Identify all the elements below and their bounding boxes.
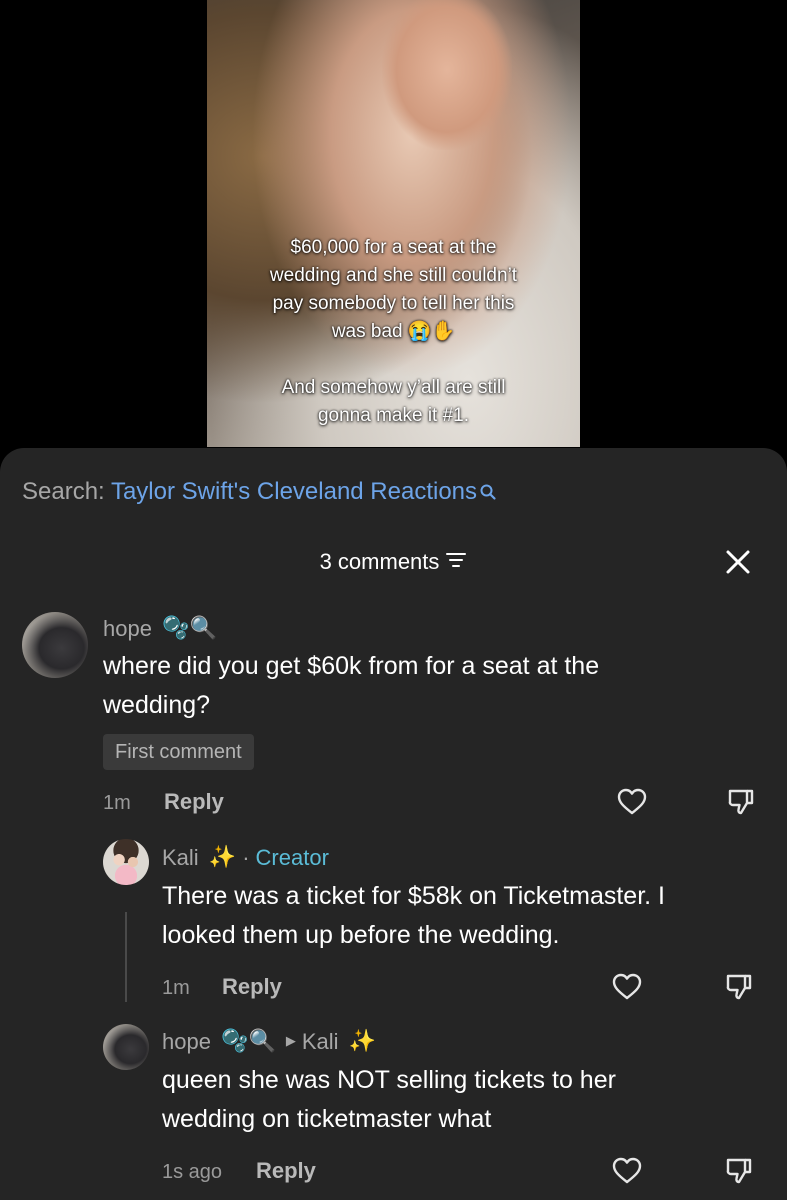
username[interactable]: Kali bbox=[162, 845, 199, 870]
search-prefix: Search: bbox=[22, 478, 111, 505]
reply-button[interactable]: Reply bbox=[164, 788, 224, 816]
comment-text: where did you get $60k from for a seat a… bbox=[103, 647, 599, 725]
close-button[interactable] bbox=[721, 545, 755, 579]
comment-time: 1m bbox=[103, 792, 131, 814]
first-comment-tag: First comment bbox=[103, 734, 254, 770]
comment-count: 3 comments bbox=[319, 549, 440, 574]
dislike-button[interactable] bbox=[722, 970, 756, 1004]
like-button[interactable] bbox=[615, 785, 649, 819]
caption-line: pay somebody to tell her this bbox=[272, 293, 515, 314]
caption-line: $60,000 for a seat at the bbox=[290, 237, 497, 258]
heart-icon bbox=[612, 1157, 642, 1184]
thumbs-down-icon bbox=[728, 789, 754, 815]
like-button[interactable] bbox=[610, 970, 644, 1004]
comment-time: 1s ago bbox=[162, 1161, 223, 1183]
comment-line: queen she was NOT selling tickets to her bbox=[162, 1066, 616, 1094]
caption-line: was bad 😭✋ bbox=[331, 321, 456, 342]
reply-to-username[interactable]: Kali bbox=[302, 1029, 339, 1054]
separator-dot: · bbox=[242, 845, 250, 870]
comment-line: wedding? bbox=[103, 691, 211, 719]
thread-line bbox=[125, 912, 127, 1002]
username[interactable]: hope bbox=[103, 616, 152, 641]
caption-line: wedding and she still couldn’t bbox=[269, 265, 518, 286]
comment-line: wedding on ticketmaster what bbox=[162, 1105, 492, 1133]
search-icon bbox=[479, 479, 497, 509]
comment-line: There was a ticket for $58k on Ticketmas… bbox=[162, 882, 665, 910]
avatar[interactable] bbox=[103, 839, 149, 885]
dislike-button[interactable] bbox=[724, 785, 758, 819]
badge-icons: ✨ bbox=[208, 844, 237, 870]
reply-button[interactable]: Reply bbox=[222, 973, 282, 1001]
caption-line: gonna make it #1. bbox=[317, 405, 470, 426]
reply-text: queen she was NOT selling tickets to her… bbox=[162, 1061, 616, 1139]
reply-text: There was a ticket for $58k on Ticketmas… bbox=[162, 877, 665, 955]
like-button[interactable] bbox=[610, 1154, 644, 1188]
avatar[interactable] bbox=[22, 612, 88, 678]
video-caption-secondary: And somehow y’all are still gonna make i… bbox=[207, 374, 580, 430]
search-term-link[interactable]: Taylor Swift's Cleveland Reactions bbox=[111, 478, 477, 505]
reply-author[interactable]: Kali ✨ · Creator bbox=[162, 844, 329, 872]
dislike-button[interactable] bbox=[722, 1154, 756, 1188]
video-hand-shape bbox=[382, 0, 512, 150]
badge-icons: 🫧🔍 bbox=[162, 615, 217, 641]
thumbs-down-icon bbox=[726, 974, 752, 1000]
caption-line: And somehow y’all are still bbox=[281, 377, 506, 398]
comment-author[interactable]: hope 🫧🔍 bbox=[103, 615, 217, 643]
reply-to-arrow-icon: ▶ bbox=[285, 1033, 296, 1049]
video-caption-main: $60,000 for a seat at the wedding and sh… bbox=[207, 234, 580, 346]
username[interactable]: hope bbox=[162, 1029, 211, 1054]
video-preview[interactable]: $60,000 for a seat at the wedding and sh… bbox=[207, 0, 580, 447]
avatar[interactable] bbox=[103, 1024, 149, 1070]
reply-button[interactable]: Reply bbox=[256, 1157, 316, 1185]
badge-icons: 🫧🔍 bbox=[221, 1028, 276, 1054]
heart-icon bbox=[617, 788, 647, 815]
comment-line: looked them up before the wedding. bbox=[162, 921, 560, 949]
comment-time: 1m bbox=[162, 977, 190, 999]
creator-label: Creator bbox=[255, 845, 329, 870]
comments-header: 3 comments bbox=[0, 548, 787, 576]
badge-icons: ✨ bbox=[348, 1028, 377, 1054]
reply-author[interactable]: hope 🫧🔍 ▶ Kali ✨ bbox=[162, 1028, 376, 1056]
filter-icon[interactable] bbox=[445, 548, 467, 576]
comment-line: where did you get $60k from for a seat a… bbox=[103, 652, 600, 680]
search-suggestion[interactable]: Search: Taylor Swift's Cleveland Reactio… bbox=[22, 477, 497, 509]
heart-icon bbox=[612, 973, 642, 1000]
close-icon bbox=[726, 550, 750, 574]
thumbs-down-icon bbox=[726, 1158, 752, 1184]
